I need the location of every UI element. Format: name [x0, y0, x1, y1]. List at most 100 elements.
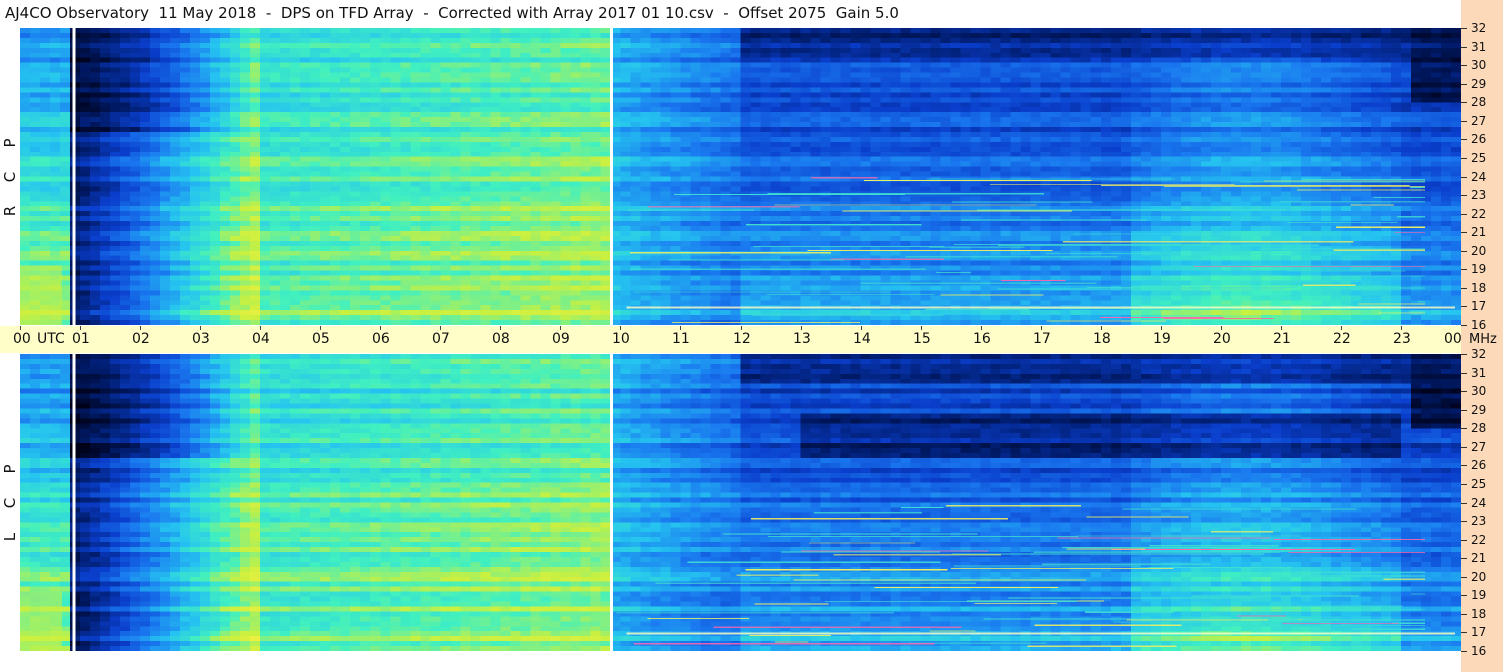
spectrogram-cell — [330, 136, 341, 143]
spectrogram-cell — [520, 290, 531, 296]
spectrogram-cell — [580, 62, 591, 69]
spectrogram-cell — [810, 295, 822, 301]
spectrogram-cell — [780, 107, 792, 113]
spectrogram-cell — [60, 42, 71, 49]
spectrogram-cell — [440, 255, 451, 262]
spectrogram-cell — [750, 42, 762, 49]
spectrogram-cell — [540, 161, 551, 168]
spectrogram-cell — [570, 201, 581, 207]
spectrogram-cell — [480, 28, 491, 34]
spectrogram-cell — [430, 250, 441, 257]
spectrogram-cell — [170, 285, 181, 291]
spectrogram-cell — [210, 285, 221, 291]
spectrogram-cell — [580, 245, 591, 252]
spectrogram-cell — [590, 82, 602, 88]
spectrogram-cell — [760, 260, 772, 267]
spectrogram-cell — [750, 280, 762, 286]
spectrogram-cell — [490, 107, 501, 113]
spectrogram-cell — [720, 37, 732, 44]
spectrogram-cell — [660, 127, 672, 133]
spectrogram-cell — [740, 250, 752, 257]
spectrogram-cell — [260, 255, 271, 262]
spectrogram-cell — [280, 201, 291, 207]
spectrogram-cell — [630, 146, 642, 153]
spectrogram-cell — [480, 52, 491, 59]
spectrogram-cell — [280, 112, 291, 118]
spectrogram-cell — [310, 216, 321, 222]
spectrogram-cell — [590, 255, 602, 262]
spectrogram-cell — [810, 201, 822, 207]
spectrogram-cell — [510, 181, 521, 187]
spectrogram-cell — [350, 141, 361, 148]
spectrogram-cell — [390, 67, 401, 74]
spectrogram-cell — [180, 92, 191, 98]
spectrogram-cell — [760, 211, 772, 217]
spectrogram-cell — [190, 166, 201, 173]
spectrogram-cell — [200, 186, 211, 192]
spectrogram-cell — [440, 315, 451, 321]
spectrogram-cell — [240, 171, 251, 178]
spectrogram-cell — [490, 196, 501, 202]
spectrogram-cell — [300, 230, 311, 237]
spectrogram-cell — [120, 37, 131, 44]
spectrogram-cell — [350, 290, 361, 296]
spectrogram-cell — [50, 82, 61, 88]
spectrogram-cell — [130, 295, 141, 301]
spectrogram-cell — [630, 300, 642, 306]
spectrogram-cell — [180, 285, 191, 291]
spectrogram-cell — [820, 92, 832, 98]
spectrogram-cell — [540, 87, 551, 93]
spectrogram-cell — [240, 315, 251, 321]
spectrogram-cell — [830, 62, 842, 69]
spectrogram-cell — [690, 42, 702, 49]
spectrogram-cell — [120, 315, 131, 321]
spectrogram-cell — [250, 211, 261, 217]
spectrogram-cell — [260, 290, 271, 296]
spectrogram-cell — [760, 136, 772, 143]
spectrogram-cell — [340, 47, 351, 54]
spectrogram-cell — [440, 67, 451, 74]
spectrogram-cell — [60, 240, 71, 247]
spectrogram-cell — [140, 275, 151, 282]
spectrogram-cell — [300, 67, 311, 74]
spectrogram-cell — [750, 62, 762, 69]
spectrogram-cell — [500, 166, 511, 173]
spectrogram-cell — [770, 57, 782, 64]
spectrogram-cell — [130, 260, 141, 267]
spectrogram-cell — [160, 176, 171, 183]
spectrogram-cell — [430, 176, 441, 183]
spectrogram-cell — [420, 161, 431, 168]
spectrogram-cell — [400, 255, 411, 262]
spectrogram-cell — [410, 250, 421, 257]
spectrogram-cell — [210, 62, 221, 69]
spectrogram-cell — [40, 196, 51, 202]
spectrogram-cell — [520, 275, 531, 282]
spectrogram-cell — [570, 211, 581, 217]
spectrogram-cell — [540, 265, 551, 272]
spectrogram-cell — [400, 201, 411, 207]
spectrogram-cell — [690, 211, 702, 217]
spectrogram-cell — [220, 28, 231, 34]
spectrogram-cell — [800, 146, 812, 153]
spectrogram-cell — [430, 72, 441, 79]
spectrogram-cell — [500, 181, 511, 187]
spectrogram-cell — [20, 156, 31, 163]
spectrogram-cell — [670, 166, 682, 173]
spectrogram-cell — [80, 300, 91, 306]
spectrogram-cell — [710, 211, 722, 217]
spectrogram-cell — [140, 32, 151, 39]
spectrogram-cell — [450, 275, 461, 282]
spectrogram-cell — [150, 72, 161, 79]
spectrogram-cell — [460, 285, 471, 291]
spectrogram-cell — [820, 117, 832, 123]
spectrogram-cell — [160, 141, 171, 148]
spectrogram-cell — [350, 131, 361, 138]
spectrogram-cell — [620, 181, 632, 187]
spectrogram-cell — [90, 285, 101, 291]
spectrogram-cell — [80, 320, 91, 325]
spectrogram-cell — [40, 32, 51, 39]
spectrogram-cell — [480, 250, 491, 257]
spectrogram-cell — [90, 245, 101, 252]
spectrogram-cell — [180, 211, 191, 217]
spectrogram-cell — [170, 255, 181, 262]
